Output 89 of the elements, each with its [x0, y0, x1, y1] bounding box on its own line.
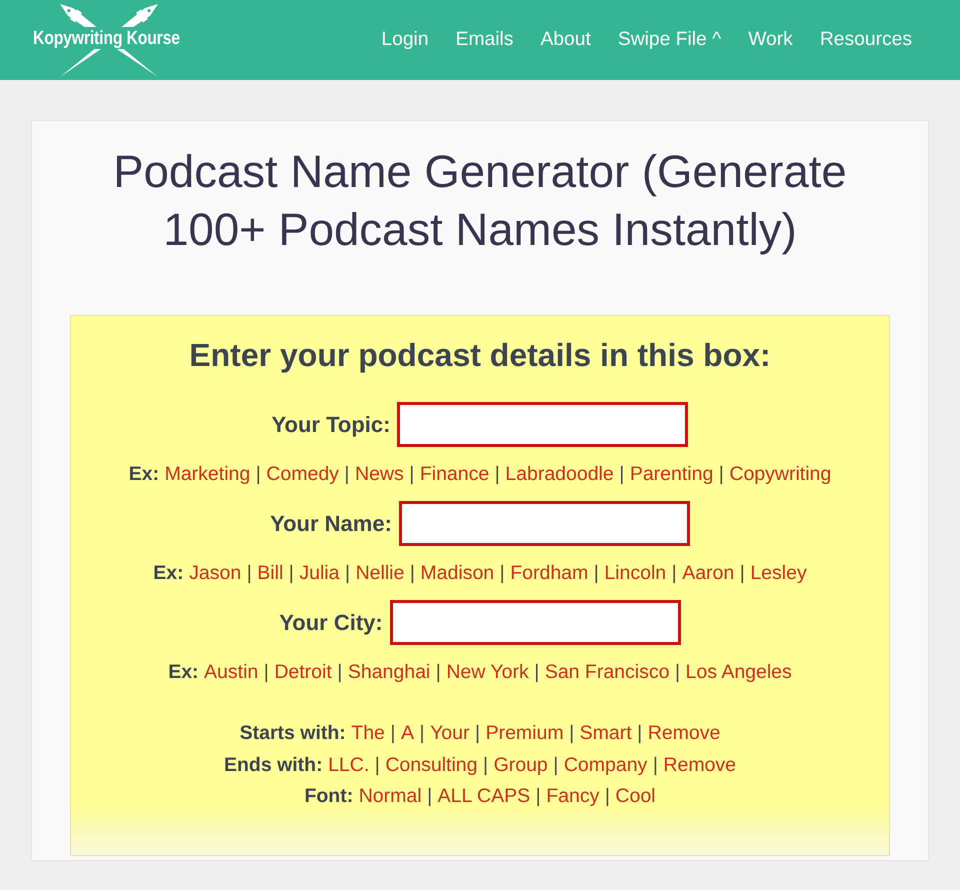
example-link[interactable]: Parenting: [630, 462, 714, 486]
separator: |: [536, 784, 541, 809]
option-link[interactable]: A: [400, 718, 414, 750]
option-link[interactable]: LLC.: [328, 750, 370, 781]
example-link[interactable]: Copywriting: [729, 462, 832, 486]
option-label: Ends with:: [224, 752, 323, 778]
option-link[interactable]: Company: [564, 750, 648, 781]
logo-text[interactable]: Kopywriting Kourse: [33, 29, 180, 48]
separator: |: [344, 561, 350, 585]
separator: |: [420, 721, 425, 746]
example-link[interactable]: Fordham: [510, 561, 588, 585]
option-link[interactable]: Normal: [358, 781, 422, 812]
text-input-field[interactable]: [397, 402, 688, 447]
field-label: Your Name:: [270, 510, 392, 536]
example-link[interactable]: Finance: [420, 462, 490, 486]
example-link[interactable]: Labradoodle: [505, 462, 614, 486]
example-link[interactable]: Marketing: [164, 462, 250, 486]
example-link[interactable]: Comedy: [266, 462, 339, 486]
separator: |: [674, 660, 680, 684]
option-link[interactable]: The: [351, 718, 385, 750]
separator: |: [246, 561, 252, 585]
example-link[interactable]: Aaron: [682, 561, 734, 585]
separator: |: [337, 660, 342, 684]
separator: |: [374, 752, 380, 778]
separator: |: [474, 721, 480, 746]
example-link[interactable]: New York: [446, 660, 529, 684]
example-link[interactable]: News: [355, 462, 404, 486]
example-link[interactable]: Shanghai: [348, 660, 430, 684]
nav-link[interactable]: Emails: [456, 29, 514, 51]
example-link[interactable]: Los Angeles: [686, 660, 792, 684]
option-link[interactable]: Fancy: [546, 781, 600, 812]
separator: |: [569, 721, 574, 746]
separator: |: [740, 561, 745, 585]
field-label: Your City:: [279, 610, 383, 636]
option-label: Font:: [304, 784, 354, 809]
separator: |: [619, 462, 624, 486]
separator: |: [410, 561, 415, 585]
examples-label: Ex:: [153, 561, 184, 585]
nav-link[interactable]: Login: [381, 29, 429, 51]
field-label: Your Topic:: [272, 412, 390, 438]
separator: |: [288, 561, 294, 585]
option-link[interactable]: Consulting: [385, 750, 478, 781]
example-link[interactable]: Madison: [420, 561, 494, 585]
separator: |: [672, 561, 677, 585]
option-link[interactable]: ALL CAPS: [438, 781, 530, 812]
example-link[interactable]: Lesley: [750, 561, 807, 585]
separator: |: [427, 784, 432, 809]
separator: |: [482, 752, 488, 778]
box-heading: Enter your podcast details in this box:: [188, 338, 772, 372]
option-link[interactable]: Cool: [615, 781, 656, 812]
examples-label: Ex:: [168, 660, 199, 684]
option-link[interactable]: Group: [494, 750, 548, 781]
option-link[interactable]: Premium: [486, 718, 564, 750]
nav-link[interactable]: About: [540, 29, 591, 51]
option-link[interactable]: Remove: [663, 750, 736, 781]
page-title: Podcast Name Generator (Generate 100+ Podcast Names Instantly): [112, 145, 848, 257]
separator: |: [652, 752, 658, 778]
option-link[interactable]: Remove: [648, 718, 720, 750]
example-link[interactable]: Jason: [189, 561, 242, 585]
nav-link[interactable]: Resources: [820, 29, 912, 51]
text-input-field[interactable]: [398, 501, 690, 546]
option-link[interactable]: Your: [430, 718, 470, 750]
separator: |: [256, 462, 261, 486]
separator: |: [604, 784, 610, 809]
separator: |: [718, 462, 724, 486]
example-link[interactable]: Julia: [299, 561, 340, 585]
example-link[interactable]: Bill: [257, 561, 284, 585]
example-link[interactable]: Nellie: [356, 561, 404, 585]
separator: |: [344, 462, 350, 486]
separator: |: [390, 721, 396, 746]
separator: |: [264, 660, 269, 684]
separator: |: [594, 561, 599, 585]
examples-label: Ex:: [128, 462, 160, 486]
example-link[interactable]: Lincoln: [604, 561, 666, 585]
separator: |: [637, 721, 642, 746]
separator: |: [534, 660, 540, 684]
nav-link[interactable]: Swipe File ^: [618, 29, 722, 51]
separator: |: [409, 462, 414, 486]
separator: |: [500, 561, 505, 585]
separator: |: [436, 660, 441, 684]
text-input-field[interactable]: [390, 600, 681, 645]
example-link[interactable]: San Francisco: [544, 660, 670, 684]
nav-link[interactable]: Work: [748, 29, 793, 51]
option-label: Starts with:: [240, 721, 346, 746]
example-link[interactable]: Detroit: [274, 660, 332, 684]
example-link[interactable]: Austin: [204, 660, 258, 684]
separator: |: [494, 462, 500, 486]
separator: |: [553, 752, 558, 778]
option-link[interactable]: Smart: [580, 718, 632, 750]
